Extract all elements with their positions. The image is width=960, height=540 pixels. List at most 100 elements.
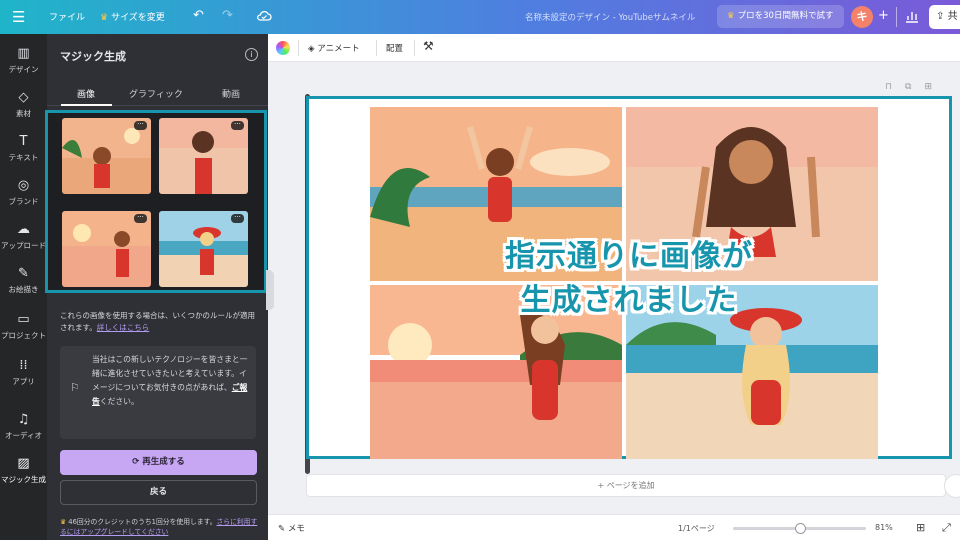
feedback-text: 当社はこの新しいテクノロジーを皆さまと一緒に進化させていきたいと考えています。イ… (92, 353, 250, 409)
draw-icon: ✎ (18, 266, 29, 281)
rail-item-elements[interactable]: ◇ 素材 (0, 90, 47, 119)
panel-title: マジック生成 (60, 50, 126, 63)
animate-icon: ◈ (308, 44, 315, 54)
crown-icon: ♛ (727, 11, 735, 21)
generated-thumb-1[interactable]: ··· (62, 118, 151, 194)
top-bar: ☰ ファイル ♛ サイズを変更 ↶ ↷ 名称未設定のデザイン - YouTubeサ… (0, 0, 960, 34)
rail-item-projects[interactable]: ▭ プロジェクト (0, 312, 47, 341)
shapes-icon: ◇ (18, 90, 29, 105)
credit-text: 46回分のクレジットのうち1回分を使用します。 (68, 518, 217, 526)
overlay-caption-line2: 生成されました (520, 283, 738, 318)
rail-label: アップロード (1, 241, 46, 250)
left-rail: ▥ デザイン ◇ 素材 T テキスト ◎ ブランド ☁ アップロード ✎ お絵描き ▭ プロジ… (0, 34, 47, 540)
rail-item-brand[interactable]: ◎ ブランド (0, 178, 47, 207)
rail-label: お絵描き (8, 285, 39, 294)
add-page-icon[interactable]: ⊞ (924, 82, 945, 92)
more-icon[interactable]: ··· (231, 121, 244, 130)
share-button[interactable]: ⇪ 共 (929, 5, 960, 29)
document-title[interactable]: 名称未設定のデザイン - YouTubeサムネイル (525, 11, 695, 23)
tab-video[interactable]: 動画 (222, 87, 240, 100)
rail-item-magic[interactable]: ▨ マジック生成 (0, 456, 47, 485)
undo-icon[interactable]: ↶ (193, 8, 204, 23)
share-label: 共 (947, 11, 958, 22)
duplicate-icon[interactable]: ⧉ (905, 82, 924, 92)
zoom-slider-handle[interactable] (794, 523, 806, 534)
position-button[interactable]: 配置 (386, 42, 403, 54)
generated-images-grid: ··· ··· ··· ··· (45, 110, 267, 293)
overlay-caption-line1: 指示通りに画像が (505, 239, 753, 274)
apps-icon: ⁞⁞ (19, 358, 28, 373)
generated-thumb-2[interactable]: ··· (159, 118, 248, 194)
rail-label: マジック生成 (1, 475, 46, 484)
divider (414, 40, 415, 56)
music-icon: ♫ (17, 412, 30, 427)
context-toolbar: ◈ アニメート 配置 ⚒ (268, 34, 960, 62)
resize-button[interactable]: ♛ サイズを変更 (100, 10, 165, 23)
notes-button[interactable]: ✎ メモ (278, 522, 305, 534)
share-icon: ⇪ (936, 11, 945, 22)
rail-item-design[interactable]: ▥ デザイン (0, 46, 47, 75)
regenerate-button[interactable]: ⟳ 再生成する (60, 450, 257, 475)
feedback-box: ⚐ 当社はこの新しいテクノロジーを皆さまと一緒に進化させていきたいと考えています… (60, 346, 256, 439)
folder-icon: ▭ (17, 312, 30, 327)
notes-icon: ✎ (278, 524, 286, 534)
cloud-save-icon[interactable] (256, 8, 272, 24)
rail-item-audio[interactable]: ♫ オーディオ (0, 412, 47, 441)
back-button[interactable]: 戻る (60, 480, 257, 505)
add-page-button[interactable]: + ページを追加 (306, 474, 946, 497)
assistant-icon[interactable] (944, 474, 960, 498)
more-icon[interactable]: ··· (231, 214, 244, 223)
notice-text: これらの画像を使用する場合は、いくつかのルールが適用されます。 (60, 311, 255, 332)
learn-more-link[interactable]: 詳しくはこちら (97, 323, 150, 332)
avatar[interactable]: キ (851, 6, 873, 28)
fullscreen-icon[interactable]: ⤢ (942, 521, 951, 535)
more-icon[interactable]: ··· (134, 121, 147, 130)
generated-thumb-4[interactable]: ··· (159, 211, 248, 287)
hamburger-icon[interactable]: ☰ (12, 7, 25, 27)
page-indicator[interactable]: 1/1ページ (678, 523, 715, 534)
bottom-bar: ✎ メモ 1/1ページ 81% ⊞ ⤢ (268, 514, 960, 540)
more-icon[interactable]: ··· (134, 214, 147, 223)
divider (376, 40, 377, 56)
zoom-level[interactable]: 81% (875, 523, 893, 532)
rail-item-upload[interactable]: ☁ アップロード (0, 222, 47, 251)
grid-view-icon[interactable]: ⊞ (916, 521, 925, 534)
brand-icon: ◎ (17, 178, 30, 193)
page-actions[interactable]: ⊓⧉⊞ (885, 82, 945, 92)
panel-collapse-handle[interactable] (266, 270, 274, 310)
rail-item-draw[interactable]: ✎ お絵描き (0, 266, 47, 295)
insights-icon[interactable] (904, 8, 920, 24)
rail-item-text[interactable]: T テキスト (0, 134, 47, 163)
text-icon: T (19, 134, 28, 149)
active-tab-indicator (61, 104, 112, 106)
color-picker-icon[interactable] (276, 41, 290, 55)
animate-label: アニメート (317, 44, 360, 54)
panel-tabs: 画像 グラフィック 動画 (47, 84, 268, 106)
layout-icon: ▥ (17, 46, 30, 61)
feedback-tail: ください。 (99, 397, 139, 406)
tab-image[interactable]: 画像 (77, 87, 95, 100)
rail-item-apps[interactable]: ⁞⁞ アプリ (0, 358, 47, 387)
paint-format-icon[interactable]: ⚒ (423, 39, 434, 53)
add-collaborator-icon[interactable]: + (878, 8, 889, 23)
redo-icon[interactable]: ↷ (222, 8, 233, 23)
design-page[interactable]: 指示通りに画像が 生成されました (306, 96, 952, 459)
lock-icon[interactable]: ⊓ (885, 82, 905, 92)
usage-notice: これらの画像を使用する場合は、いくつかのルールが適用されます。詳しくはこちら (60, 310, 255, 334)
divider (298, 40, 299, 56)
file-menu[interactable]: ファイル (49, 10, 85, 23)
zoom-slider[interactable] (733, 523, 866, 534)
credit-notice: ♛ 46回分のクレジットのうち1回分を使用します。さらに利用するにはアップグレー… (60, 517, 260, 537)
crown-icon: ♛ (60, 518, 67, 526)
rail-label: 素材 (16, 109, 31, 118)
try-pro-button[interactable]: ♛ プロを30日間無料で試す (717, 5, 844, 28)
rail-label: ブランド (8, 197, 39, 206)
generated-thumb-3[interactable]: ··· (62, 211, 151, 287)
info-icon[interactable]: i (245, 48, 258, 61)
rail-label: プロジェクト (1, 331, 46, 340)
try-pro-label: プロを30日間無料で試す (737, 11, 834, 21)
tab-graphic[interactable]: グラフィック (129, 87, 183, 100)
magic-image-icon: ▨ (17, 456, 30, 471)
upload-icon: ☁ (17, 222, 30, 237)
animate-button[interactable]: ◈ アニメート (308, 42, 360, 54)
